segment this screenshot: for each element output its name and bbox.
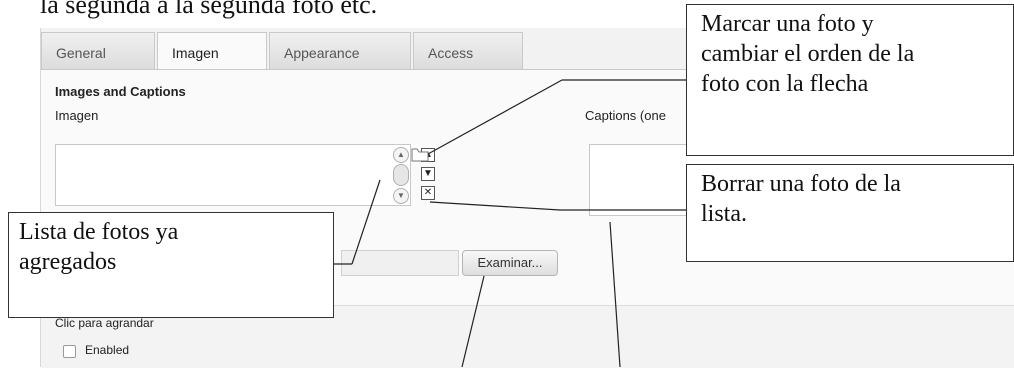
callout-delete-line: lista. — [701, 201, 747, 227]
browse-button[interactable]: Examinar... — [462, 250, 558, 276]
callout-delete: Borrar una foto de la lista. — [686, 164, 1014, 262]
image-list-scrollbar[interactable]: ▲ ▼ — [393, 146, 409, 204]
close-icon[interactable]: ✕ — [421, 186, 435, 200]
scroll-down-icon[interactable]: ▼ — [393, 188, 409, 204]
tab-appearance[interactable]: Appearance — [269, 32, 411, 70]
callout-delete-line: Borrar una foto de la — [701, 171, 901, 197]
folder-icon[interactable] — [411, 148, 429, 162]
tab-imagen[interactable]: Imagen — [157, 32, 267, 72]
callout-reorder-line: cambiar el orden de la — [701, 41, 915, 67]
page-text-fragment: la segunda a la segunda foto etc. — [40, 0, 378, 19]
callout-list-line: agregados — [19, 249, 117, 275]
callout-list-line: Lista de fotos ya — [19, 219, 179, 245]
scroll-thumb[interactable] — [393, 164, 409, 186]
file-path-field[interactable] — [341, 250, 459, 276]
section-title: Images and Captions — [55, 84, 186, 99]
captions-label: Captions (one — [585, 108, 666, 123]
enlarge-label: Clic para agrandar — [55, 316, 154, 330]
callout-reorder-line: foto con la flecha — [701, 71, 869, 97]
enabled-label: Enabled — [85, 343, 130, 357]
callout-reorder: Marcar una foto y cambiar el orden de la… — [686, 4, 1014, 156]
arrow-down-icon[interactable]: ▼ — [421, 167, 435, 181]
callout-reorder-line: Marcar una foto y — [701, 11, 874, 37]
image-list-label: Imagen — [55, 108, 99, 123]
tab-general[interactable]: General — [41, 32, 155, 70]
scroll-up-icon[interactable]: ▲ — [393, 147, 409, 163]
enabled-checkbox[interactable] — [63, 345, 76, 358]
image-list[interactable]: ▲ ▼ — [55, 144, 411, 206]
tab-access[interactable]: Access — [413, 32, 523, 70]
callout-list: Lista de fotos ya agregados — [8, 212, 334, 318]
